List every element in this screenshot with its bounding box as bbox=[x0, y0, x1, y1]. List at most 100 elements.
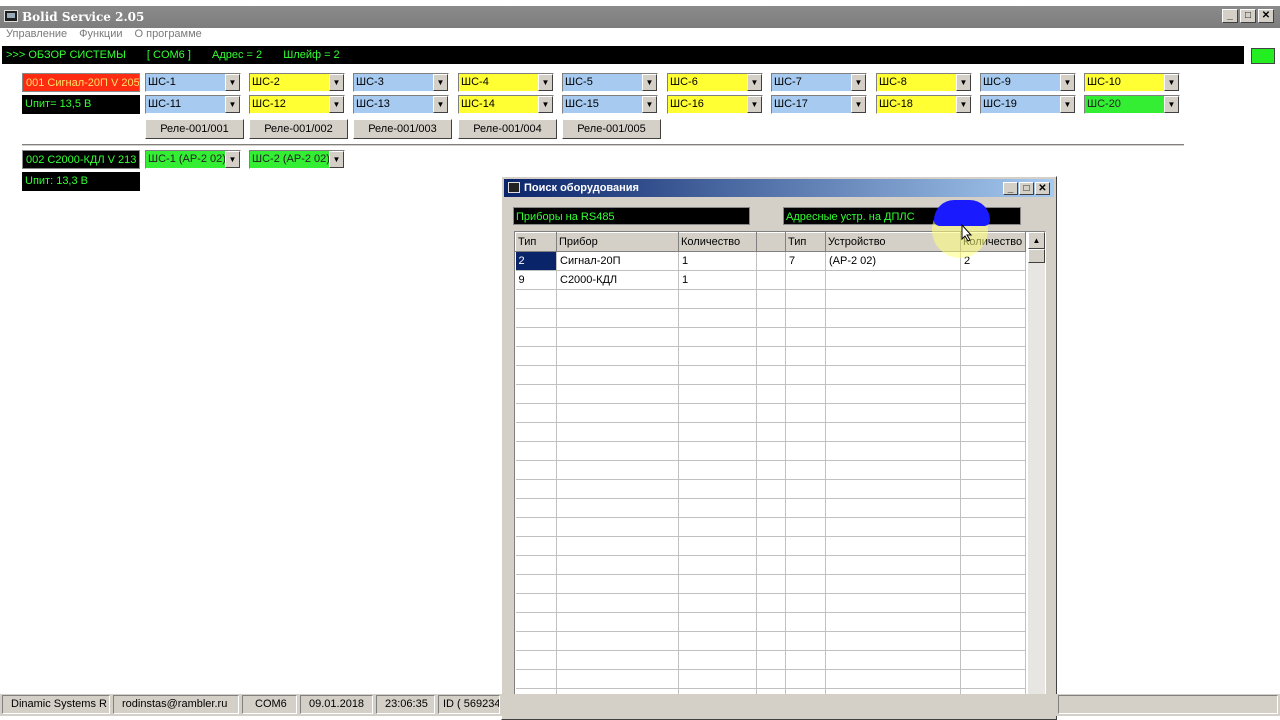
status-email: rodinstas@rambler.ru bbox=[113, 695, 239, 714]
relay-button-3[interactable]: Реле-001/003 bbox=[353, 119, 452, 139]
dropdown-arrow-icon[interactable]: ▼ bbox=[642, 96, 657, 113]
rs485-devices-label: Приборы на RS485 bbox=[513, 207, 750, 225]
table-row[interactable] bbox=[515, 441, 1026, 461]
table-row[interactable]: 9 С2000-КДЛ 1 bbox=[515, 270, 1026, 290]
dropdown-arrow-icon[interactable]: ▼ bbox=[538, 74, 553, 91]
table-cell bbox=[556, 517, 679, 537]
device-2-name[interactable]: 002 С2000-КДЛ V 213 bbox=[22, 150, 140, 169]
close-button[interactable]: ✕ bbox=[1258, 9, 1274, 23]
table-row[interactable] bbox=[515, 384, 1026, 404]
menu-about[interactable]: О программе bbox=[135, 28, 202, 44]
zone-2-select[interactable]: ШС-12 ▼ bbox=[249, 95, 345, 114]
menu-control[interactable]: Управление bbox=[6, 28, 67, 44]
table-row[interactable] bbox=[515, 612, 1026, 632]
dropdown-arrow-icon[interactable]: ▼ bbox=[329, 151, 344, 168]
dropdown-arrow-icon[interactable]: ▼ bbox=[433, 96, 448, 113]
table-row[interactable] bbox=[515, 574, 1026, 594]
table-row[interactable] bbox=[515, 346, 1026, 366]
table-row[interactable] bbox=[515, 593, 1026, 613]
zone-3-select[interactable]: ШС-3 ▼ bbox=[353, 73, 449, 92]
zone-6-select[interactable]: ШС-16 ▼ bbox=[667, 95, 763, 114]
table-row[interactable] bbox=[515, 555, 1026, 575]
zone-8-select[interactable]: ШС-18 ▼ bbox=[876, 95, 972, 114]
zone-4-select[interactable]: ШС-4 ▼ bbox=[458, 73, 554, 92]
devices-grid[interactable]: Тип Прибор Количество Тип Устройство Количест… bbox=[514, 231, 1046, 715]
dropdown-arrow-icon[interactable]: ▼ bbox=[1060, 96, 1075, 113]
grid-column-header[interactable] bbox=[756, 232, 786, 252]
dropdown-arrow-icon[interactable]: ▼ bbox=[538, 96, 553, 113]
menu-functions[interactable]: Функции bbox=[79, 28, 122, 44]
zone-7-select[interactable]: ШС-7 ▼ bbox=[771, 73, 867, 92]
dropdown-arrow-icon[interactable]: ▼ bbox=[225, 74, 240, 91]
zone-4-select[interactable]: ШС-14 ▼ bbox=[458, 95, 554, 114]
table-row[interactable] bbox=[515, 289, 1026, 309]
dev2-zone-2-select[interactable]: ШС-2 (АР-2 02) ▼ bbox=[249, 150, 345, 169]
zone-8-select[interactable]: ШС-8 ▼ bbox=[876, 73, 972, 92]
zone-1-select[interactable]: ШС-11 ▼ bbox=[145, 95, 241, 114]
zone-10-select[interactable]: ШС-10 ▼ bbox=[1084, 73, 1180, 92]
relay-button-1[interactable]: Реле-001/001 bbox=[145, 119, 244, 139]
table-row[interactable] bbox=[515, 403, 1026, 423]
dropdown-arrow-icon[interactable]: ▼ bbox=[642, 74, 657, 91]
dropdown-arrow-icon[interactable]: ▼ bbox=[747, 96, 762, 113]
table-row[interactable] bbox=[515, 517, 1026, 537]
dropdown-arrow-icon[interactable]: ▼ bbox=[225, 151, 240, 168]
table-row[interactable] bbox=[515, 536, 1026, 556]
dropdown-arrow-icon[interactable]: ▼ bbox=[851, 96, 866, 113]
table-row[interactable] bbox=[515, 498, 1026, 518]
zone-3-select[interactable]: ШС-13 ▼ bbox=[353, 95, 449, 114]
table-row[interactable] bbox=[515, 479, 1026, 499]
zone-5-select[interactable]: ШС-5 ▼ bbox=[562, 73, 658, 92]
dialog-close-button[interactable]: ✕ bbox=[1035, 182, 1050, 195]
zone-9-select[interactable]: ШС-19 ▼ bbox=[980, 95, 1076, 114]
zone-label: ШС-2 bbox=[252, 76, 280, 88]
dropdown-arrow-icon[interactable]: ▼ bbox=[433, 74, 448, 91]
zone-10-select[interactable]: ШС-20 ▼ bbox=[1084, 95, 1180, 114]
grid-column-header[interactable]: Прибор bbox=[556, 232, 679, 252]
zone-1-select[interactable]: ШС-1 ▼ bbox=[145, 73, 241, 92]
dropdown-arrow-icon[interactable]: ▼ bbox=[956, 74, 971, 91]
grid-column-header[interactable]: Тип bbox=[785, 232, 826, 252]
dropdown-arrow-icon[interactable]: ▼ bbox=[1164, 74, 1179, 91]
device-1-name[interactable]: 001 Сигнал-20П V 205 bbox=[22, 73, 140, 92]
relay-button-2[interactable]: Реле-001/002 bbox=[249, 119, 348, 139]
table-row[interactable] bbox=[515, 650, 1026, 670]
dropdown-arrow-icon[interactable]: ▼ bbox=[747, 74, 762, 91]
table-row[interactable] bbox=[515, 460, 1026, 480]
relay-button-4[interactable]: Реле-001/004 bbox=[458, 119, 557, 139]
zone-9-select[interactable]: ШС-9 ▼ bbox=[980, 73, 1076, 92]
table-row[interactable] bbox=[515, 327, 1026, 347]
table-row[interactable] bbox=[515, 365, 1026, 385]
zone-5-select[interactable]: ШС-15 ▼ bbox=[562, 95, 658, 114]
maximize-button[interactable]: □ bbox=[1240, 9, 1256, 23]
grid-column-header[interactable]: Тип bbox=[515, 232, 557, 252]
table-row[interactable] bbox=[515, 631, 1026, 651]
table-cell bbox=[785, 346, 826, 366]
table-row[interactable] bbox=[515, 422, 1026, 442]
zone-2-select[interactable]: ШС-2 ▼ bbox=[249, 73, 345, 92]
table-row[interactable] bbox=[515, 669, 1026, 689]
dropdown-arrow-icon[interactable]: ▼ bbox=[1164, 96, 1179, 113]
table-cell bbox=[515, 422, 557, 442]
table-cell bbox=[756, 517, 786, 537]
grid-scrollbar[interactable]: ▲ ▼ bbox=[1028, 232, 1045, 714]
grid-column-header[interactable]: Количество bbox=[678, 232, 757, 252]
dropdown-arrow-icon[interactable]: ▼ bbox=[329, 74, 344, 91]
dialog-minimize-button[interactable]: _ bbox=[1003, 182, 1018, 195]
scroll-up-icon[interactable]: ▲ bbox=[1028, 232, 1045, 249]
table-cell bbox=[960, 650, 1026, 670]
relay-button-5[interactable]: Реле-001/005 bbox=[562, 119, 661, 139]
dev2-zone-1-select[interactable]: ШС-1 (АР-2 02) ▼ bbox=[145, 150, 241, 169]
dropdown-arrow-icon[interactable]: ▼ bbox=[225, 96, 240, 113]
zone-6-select[interactable]: ШС-6 ▼ bbox=[667, 73, 763, 92]
scroll-thumb[interactable] bbox=[1028, 249, 1045, 263]
dialog-maximize-button[interactable]: □ bbox=[1019, 182, 1034, 195]
minimize-button[interactable]: _ bbox=[1222, 9, 1238, 23]
dropdown-arrow-icon[interactable]: ▼ bbox=[956, 96, 971, 113]
dropdown-arrow-icon[interactable]: ▼ bbox=[851, 74, 866, 91]
dropdown-arrow-icon[interactable]: ▼ bbox=[329, 96, 344, 113]
dropdown-arrow-icon[interactable]: ▼ bbox=[1060, 74, 1075, 91]
zone-label: ШС-12 bbox=[252, 98, 286, 110]
table-row[interactable] bbox=[515, 308, 1026, 328]
zone-7-select[interactable]: ШС-17 ▼ bbox=[771, 95, 867, 114]
